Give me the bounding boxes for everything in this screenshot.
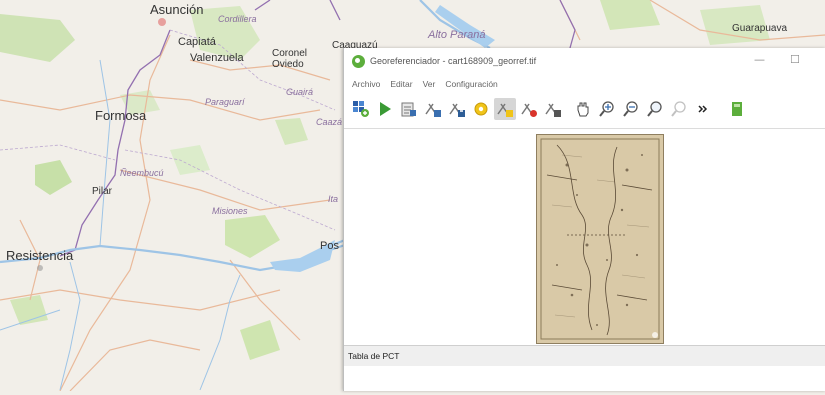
transformation-settings-icon (474, 102, 488, 116)
pct-panel-header: Tabla de PCT (344, 345, 825, 367)
zoom-in-icon (599, 101, 614, 117)
link-georeferencer-icon (732, 102, 742, 116)
zoom-last-icon (671, 101, 686, 117)
map-label-alto-parana: Alto Paraná (428, 29, 486, 41)
zoom-out-icon (623, 101, 638, 117)
qgis-logo-icon (352, 54, 365, 68)
delete-point-icon (521, 103, 537, 117)
transformation-settings-button[interactable] (470, 98, 492, 120)
scanned-map-raster[interactable] (536, 134, 664, 344)
zoom-to-layer-icon (647, 101, 662, 117)
zoom-out-button[interactable] (620, 98, 642, 120)
map-label-caazapa: Caazá (316, 117, 343, 127)
link-georeferencer-button[interactable] (726, 98, 748, 120)
move-gcp-point-icon (545, 103, 561, 117)
pan-icon (577, 102, 589, 117)
maximize-button[interactable]: ☐ (790, 53, 800, 66)
map-label-formosa: Formosa (95, 108, 147, 123)
start-georeferencing-button[interactable] (374, 98, 396, 120)
map-label-coronel-oviedo: Coronel Oviedo (272, 48, 308, 70)
map-label-asuncion: Asunción (150, 2, 204, 17)
generate-gdal-script-button[interactable] (398, 98, 420, 120)
menu-archivo[interactable]: Archivo (352, 79, 380, 89)
save-gcp-points-icon (449, 103, 465, 117)
title-bar[interactable]: Georeferenciador - cart168909_georref.ti… (344, 48, 825, 74)
zoom-in-button[interactable] (596, 98, 618, 120)
georeferencer-canvas[interactable] (344, 128, 825, 345)
load-gcp-points-button[interactable] (422, 98, 444, 120)
load-gcp-points-icon (425, 103, 441, 117)
map-label-paraguari: Paraguarí (205, 97, 245, 107)
open-raster-icon (353, 101, 369, 117)
more-tools-button[interactable] (692, 98, 714, 120)
zoom-last-button[interactable] (668, 98, 690, 120)
start-georeferencing-icon (380, 102, 391, 116)
map-label-ita: Ita (328, 194, 339, 204)
scanned-map-image (537, 135, 663, 343)
menu-ver[interactable]: Ver (423, 79, 436, 89)
map-label-capiata: Capiatá (178, 36, 216, 48)
map-label-valenzuela: Valenzuela (190, 52, 244, 64)
pan-button[interactable] (572, 98, 594, 120)
more-tools-icon (698, 105, 708, 113)
open-raster-button[interactable] (350, 98, 372, 120)
map-label-guarapuava: Guarapuava (732, 23, 788, 34)
generate-gdal-script-icon (401, 102, 416, 117)
map-label-guaira: Guairá (286, 87, 314, 97)
map-label-cordillera: Cordillera (218, 14, 257, 24)
pct-panel-title: Tabla de PCT (348, 351, 400, 361)
move-gcp-point-button[interactable] (542, 98, 564, 120)
menu-bar: Archivo Editar Ver Configuración (344, 75, 825, 93)
menu-configuracion[interactable]: Configuración (445, 79, 497, 89)
window-title: Georeferenciador - cart168909_georref.ti… (370, 56, 537, 66)
georeferencer-window[interactable]: Georeferenciador - cart168909_georref.ti… (343, 48, 825, 391)
map-label-pilar: Pilar (92, 186, 113, 197)
menu-editar[interactable]: Editar (390, 79, 412, 89)
map-label-neembucu: Ñeembucú (120, 168, 164, 178)
map-label-misiones: Misiones (212, 206, 248, 216)
pct-table[interactable] (344, 366, 825, 391)
minimize-button[interactable]: — (754, 53, 765, 66)
add-point-icon (497, 103, 513, 117)
map-label-posadas: Pos (320, 240, 339, 252)
delete-point-button[interactable] (518, 98, 540, 120)
save-gcp-points-button[interactable] (446, 98, 468, 120)
toolbar (344, 94, 825, 124)
zoom-to-layer-button[interactable] (644, 98, 666, 120)
map-label-resistencia: Resistencia (6, 248, 74, 263)
add-point-button[interactable] (494, 98, 516, 120)
